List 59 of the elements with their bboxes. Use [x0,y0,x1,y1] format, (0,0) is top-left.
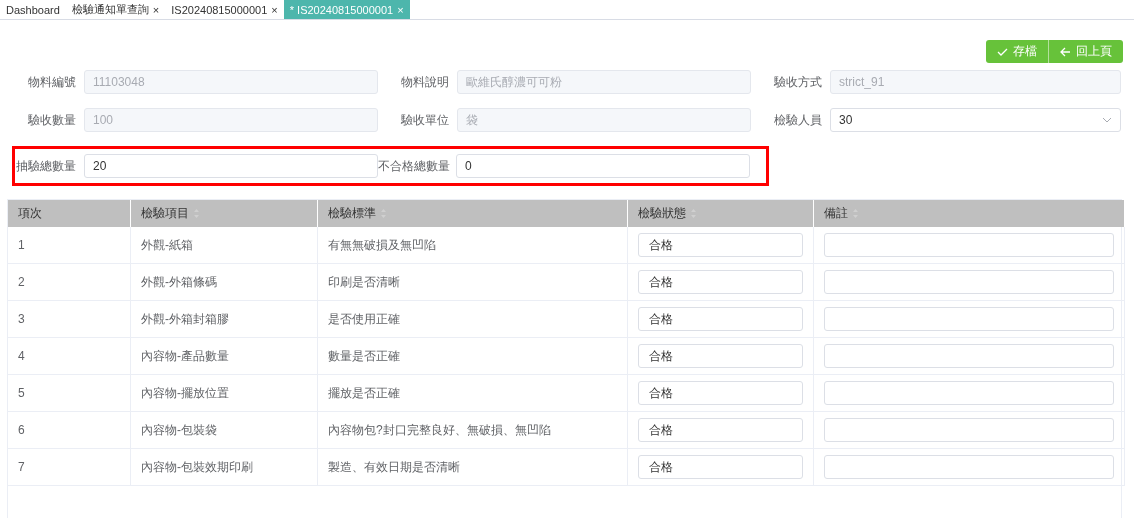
table-cell: 內容物-包裝袋 [131,412,318,449]
status-field[interactable]: 合格 [638,270,803,294]
table-cell: 印刷是否清晰 [318,264,628,301]
tab[interactable]: Dashboard [0,0,66,19]
status-field[interactable]: 合格 [638,455,803,479]
status-field[interactable]: 合格 [638,233,803,257]
chevron-down-icon [1102,117,1112,123]
status-field[interactable]: 合格 [638,381,803,405]
status-field[interactable]: 合格 [638,307,803,331]
field-label: 檢驗人員 [773,111,822,129]
table-cell: 5 [8,375,131,412]
table-cell: 製造、有效日期是否清晰 [318,449,628,486]
field-label: 驗收單位 [400,111,449,129]
table-cell: 內容物-包裝效期印刷 [131,449,318,486]
table-cell: 外觀-紙箱 [131,227,318,264]
table-cell: 擺放是否正確 [318,375,628,412]
field-label: 不合格總數量 [378,157,448,175]
table-cell: 6 [8,412,131,449]
table-cell: 有無無破損及無凹陷 [318,227,628,264]
input-field[interactable]: 0 [456,154,750,178]
remark-field[interactable] [824,344,1114,368]
field-label: 抽驗總數量 [15,157,76,175]
table-cell: 外觀-外箱條碼 [131,264,318,301]
remark-field[interactable] [824,270,1114,294]
remark-field[interactable] [824,381,1114,405]
close-icon[interactable]: × [271,3,278,16]
table-cell: 是否使用正確 [318,301,628,338]
field-label: 驗收數量 [27,111,76,129]
arrow-left-icon [1060,46,1071,57]
table-cell: 內容物-產品數量 [131,338,318,375]
field-label: 驗收方式 [773,73,822,91]
table-cell: 內容物包?封口完整良好、無破損、無凹陷 [318,412,628,449]
column-header[interactable]: 檢驗狀態 [628,200,814,227]
table-cell: 內容物-擺放位置 [131,375,318,412]
field-label: 物料編號 [27,73,76,91]
table-cell: 外觀-外箱封箱膠 [131,301,318,338]
remark-field[interactable] [824,455,1114,479]
table-cell: 4 [8,338,131,375]
tab[interactable]: IS20240815000001 × [165,0,284,19]
table-cell: 2 [8,264,131,301]
table-cell: 數量是否正確 [318,338,628,375]
input-field[interactable]: 20 [84,154,378,178]
select-field[interactable]: 30 [830,108,1121,132]
tab[interactable]: 檢驗通知單查詢 × [65,0,166,19]
column-header[interactable]: 檢驗項目 [131,200,318,227]
column-header[interactable]: 備註 [814,200,1125,227]
table-cell: 3 [8,301,131,338]
remark-field[interactable] [824,418,1114,442]
close-icon[interactable]: × [152,3,160,16]
column-header[interactable]: 項次 [8,200,131,227]
column-header[interactable]: 檢驗標準 [318,200,628,227]
remark-field[interactable] [824,233,1114,257]
status-field[interactable]: 合格 [638,418,803,442]
status-field[interactable]: 合格 [638,344,803,368]
table-cell: 1 [8,227,131,264]
check-icon [997,46,1008,57]
table-cell: 7 [8,449,131,486]
remark-field[interactable] [824,307,1114,331]
field-label: 物料說明 [400,73,449,91]
